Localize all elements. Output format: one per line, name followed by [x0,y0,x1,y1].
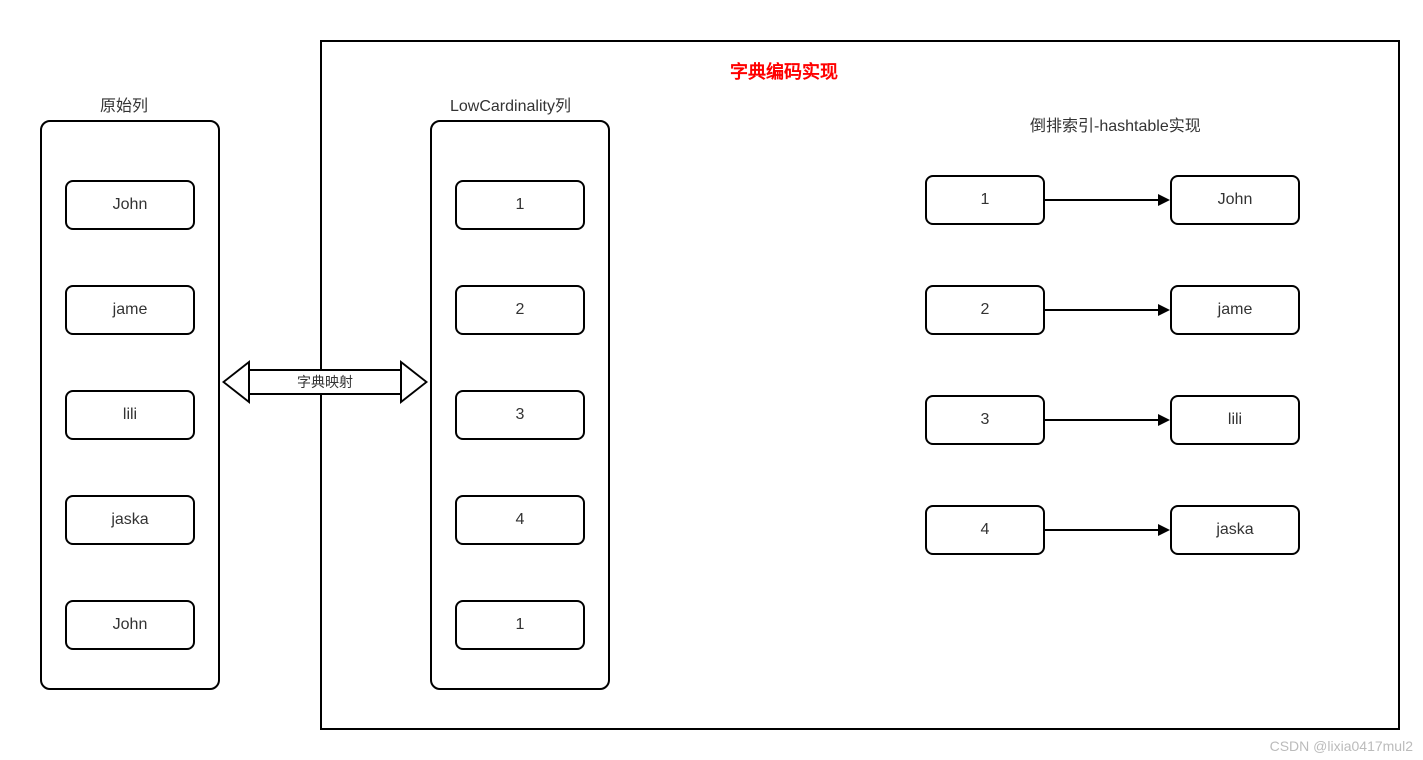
index-arrow [1045,529,1160,531]
lowcard-cell: 1 [455,180,585,230]
index-value-cell: lili [1170,395,1300,445]
index-key-cell: 2 [925,285,1045,335]
arrow-right-icon [1158,304,1170,316]
index-value-cell: John [1170,175,1300,225]
watermark: CSDN @lixia0417mul2 [1270,738,1413,754]
original-cell: jaska [65,495,195,545]
low-cardinality-label: LowCardinality列 [450,92,571,116]
original-cell: jame [65,285,195,335]
arrow-right-head-icon [400,360,428,404]
mapping-arrow-label: 字典映射 [250,369,400,395]
lowcard-cell: 4 [455,495,585,545]
arrow-left-head-icon [222,360,250,404]
diagram-title: 字典编码实现 [730,58,838,84]
original-column-label: 原始列 [100,92,148,116]
arrow-right-icon [1158,524,1170,536]
index-value-cell: jaska [1170,505,1300,555]
lowcard-cell: 2 [455,285,585,335]
index-key-cell: 4 [925,505,1045,555]
index-arrow [1045,309,1160,311]
original-cell: lili [65,390,195,440]
lowcard-cell: 3 [455,390,585,440]
original-cell: John [65,600,195,650]
lowcard-cell: 1 [455,600,585,650]
index-key-cell: 1 [925,175,1045,225]
arrow-right-icon [1158,194,1170,206]
index-arrow [1045,419,1160,421]
index-arrow [1045,199,1160,201]
mapping-arrow: 字典映射 [222,360,428,404]
inverted-index-label: 倒排索引-hashtable实现 [1030,112,1201,136]
original-cell: John [65,180,195,230]
arrow-right-icon [1158,414,1170,426]
index-key-cell: 3 [925,395,1045,445]
index-value-cell: jame [1170,285,1300,335]
